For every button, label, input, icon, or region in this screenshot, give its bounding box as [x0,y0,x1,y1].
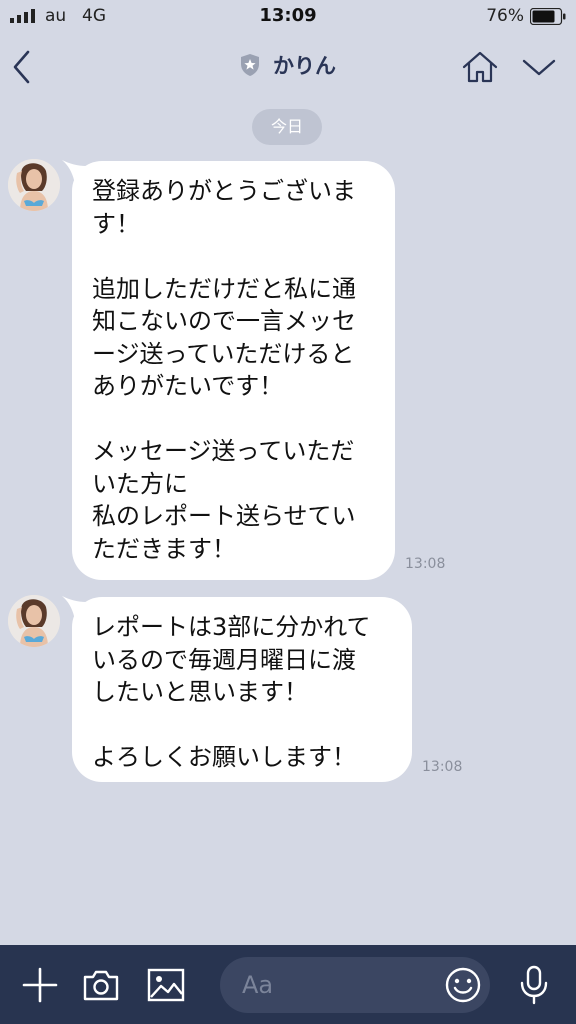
home-icon[interactable] [462,50,498,84]
message-input-bar: Aa [0,945,576,1024]
image-icon[interactable] [147,968,185,1002]
smiley-icon[interactable] [444,966,482,1004]
plus-icon[interactable] [22,967,58,1003]
shield-star-icon [240,54,259,76]
message-input-placeholder: Aa [242,971,274,999]
microphone-icon[interactable] [518,965,550,1005]
chat-header: かりん [0,34,576,98]
camera-icon[interactable] [82,968,120,1002]
status-bar: au 4G 13:09 76% [0,0,576,34]
message-bubble[interactable]: 登録ありがとうございま す！ 追加しただけだと私に通 知こないので一言メッセ ー… [72,161,395,580]
date-separator: 今日 [252,109,322,145]
message-time: 13:08 [405,556,446,572]
avatar[interactable] [8,595,60,647]
message-bubble[interactable]: レポートは3部に分かれて いるので毎週月曜日に渡 したいと思います！ よろしくお… [72,597,412,782]
message-input[interactable]: Aa [220,957,490,1013]
chevron-down-icon[interactable] [521,56,557,78]
battery-percent: 76% [486,6,524,26]
battery-icon [530,8,566,25]
message-time: 13:08 [422,759,463,775]
avatar[interactable] [8,159,60,211]
chat-title: かりん [273,54,337,78]
